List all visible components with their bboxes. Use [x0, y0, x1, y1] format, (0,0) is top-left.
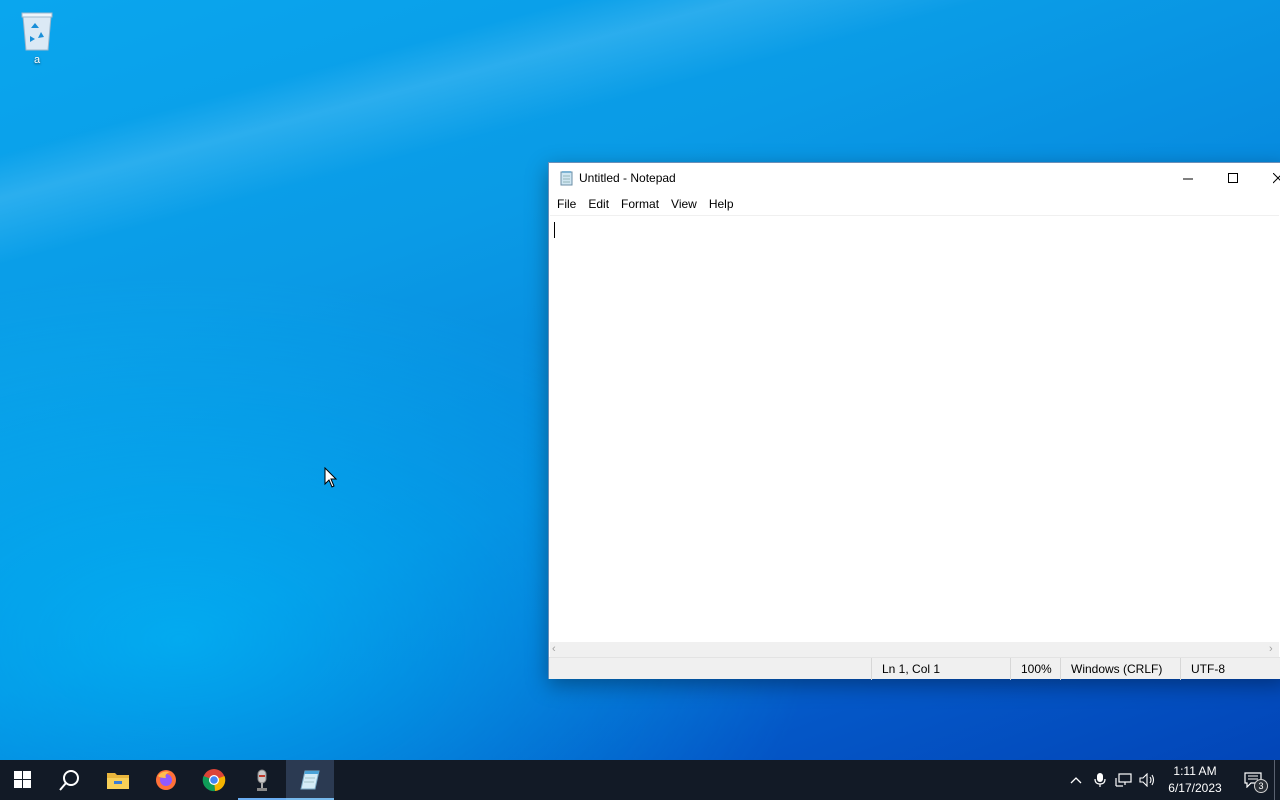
- clock-date: 6/17/2023: [1168, 781, 1222, 795]
- window-title: Untitled - Notepad: [579, 171, 676, 185]
- speaker-icon: [1139, 773, 1155, 787]
- volume-tray-button[interactable]: [1136, 760, 1160, 800]
- notepad-icon: [300, 770, 320, 790]
- scroll-right-icon[interactable]: ›: [1269, 643, 1273, 655]
- minimize-button[interactable]: [1165, 163, 1211, 193]
- status-encoding: UTF-8: [1180, 658, 1280, 680]
- taskbar-notepad[interactable]: [286, 760, 334, 800]
- network-tray-button[interactable]: [1112, 760, 1136, 800]
- menu-help[interactable]: Help: [703, 194, 740, 214]
- taskbar-file-explorer[interactable]: [94, 760, 142, 800]
- text-caret: [554, 222, 555, 238]
- menu-bar: File Edit Format View Help: [549, 194, 1280, 214]
- show-hidden-icons-button[interactable]: [1064, 760, 1088, 800]
- chrome-icon: [202, 769, 226, 792]
- microphone-icon: [1094, 773, 1106, 787]
- menu-format[interactable]: Format: [615, 194, 665, 214]
- notification-count-badge: 3: [1254, 779, 1268, 793]
- firefox-icon: [156, 770, 176, 790]
- taskbar-chrome[interactable]: [190, 760, 238, 800]
- action-center-button[interactable]: 3: [1232, 760, 1274, 800]
- status-line-ending: Windows (CRLF): [1060, 658, 1182, 680]
- show-desktop-button[interactable]: [1274, 760, 1280, 800]
- title-bar[interactable]: Untitled - Notepad: [549, 163, 1280, 193]
- system-tray: 1:11 AM 6/17/2023 3: [1064, 760, 1280, 800]
- microphone-tray-button[interactable]: [1088, 760, 1112, 800]
- start-button[interactable]: [0, 760, 46, 800]
- minimize-icon: [1182, 178, 1193, 179]
- maximize-button[interactable]: [1210, 163, 1256, 193]
- network-icon: [1115, 773, 1132, 787]
- taskbar-recorder[interactable]: [238, 760, 286, 800]
- search-icon: [59, 770, 79, 791]
- search-button[interactable]: [46, 760, 94, 800]
- microphone-app-icon: [257, 769, 267, 791]
- menu-file[interactable]: File: [551, 194, 582, 214]
- status-position: Ln 1, Col 1: [871, 658, 1011, 680]
- notepad-icon: [560, 171, 573, 186]
- close-icon: [1272, 172, 1280, 183]
- close-button[interactable]: [1255, 163, 1280, 193]
- mouse-pointer-icon: [324, 467, 338, 488]
- clock-time: 1:11 AM: [1173, 764, 1217, 778]
- folder-icon: [107, 773, 129, 789]
- notepad-window: Untitled - Notepad File Edit Format View…: [548, 162, 1280, 680]
- horizontal-scrollbar[interactable]: ‹ ›: [550, 642, 1279, 657]
- desktop-icon-recycle-bin[interactable]: a: [10, 8, 64, 76]
- desktop-icon-label: a: [33, 54, 41, 66]
- maximize-icon: [1227, 172, 1238, 183]
- menu-view[interactable]: View: [665, 194, 703, 214]
- taskbar: 1:11 AM 6/17/2023 3: [0, 760, 1280, 800]
- recycle-bin-icon: [21, 12, 53, 51]
- text-editor-area[interactable]: [550, 215, 1279, 642]
- taskbar-firefox[interactable]: [142, 760, 190, 800]
- windows-logo-icon: [14, 771, 31, 788]
- menu-edit[interactable]: Edit: [582, 194, 615, 214]
- scroll-left-icon[interactable]: ‹: [552, 643, 556, 655]
- status-zoom: 100%: [1010, 658, 1062, 680]
- taskbar-clock[interactable]: 1:11 AM 6/17/2023: [1164, 763, 1226, 797]
- status-bar: Ln 1, Col 1 100% Windows (CRLF) UTF-8: [549, 657, 1280, 680]
- chevron-up-icon: [1070, 777, 1082, 784]
